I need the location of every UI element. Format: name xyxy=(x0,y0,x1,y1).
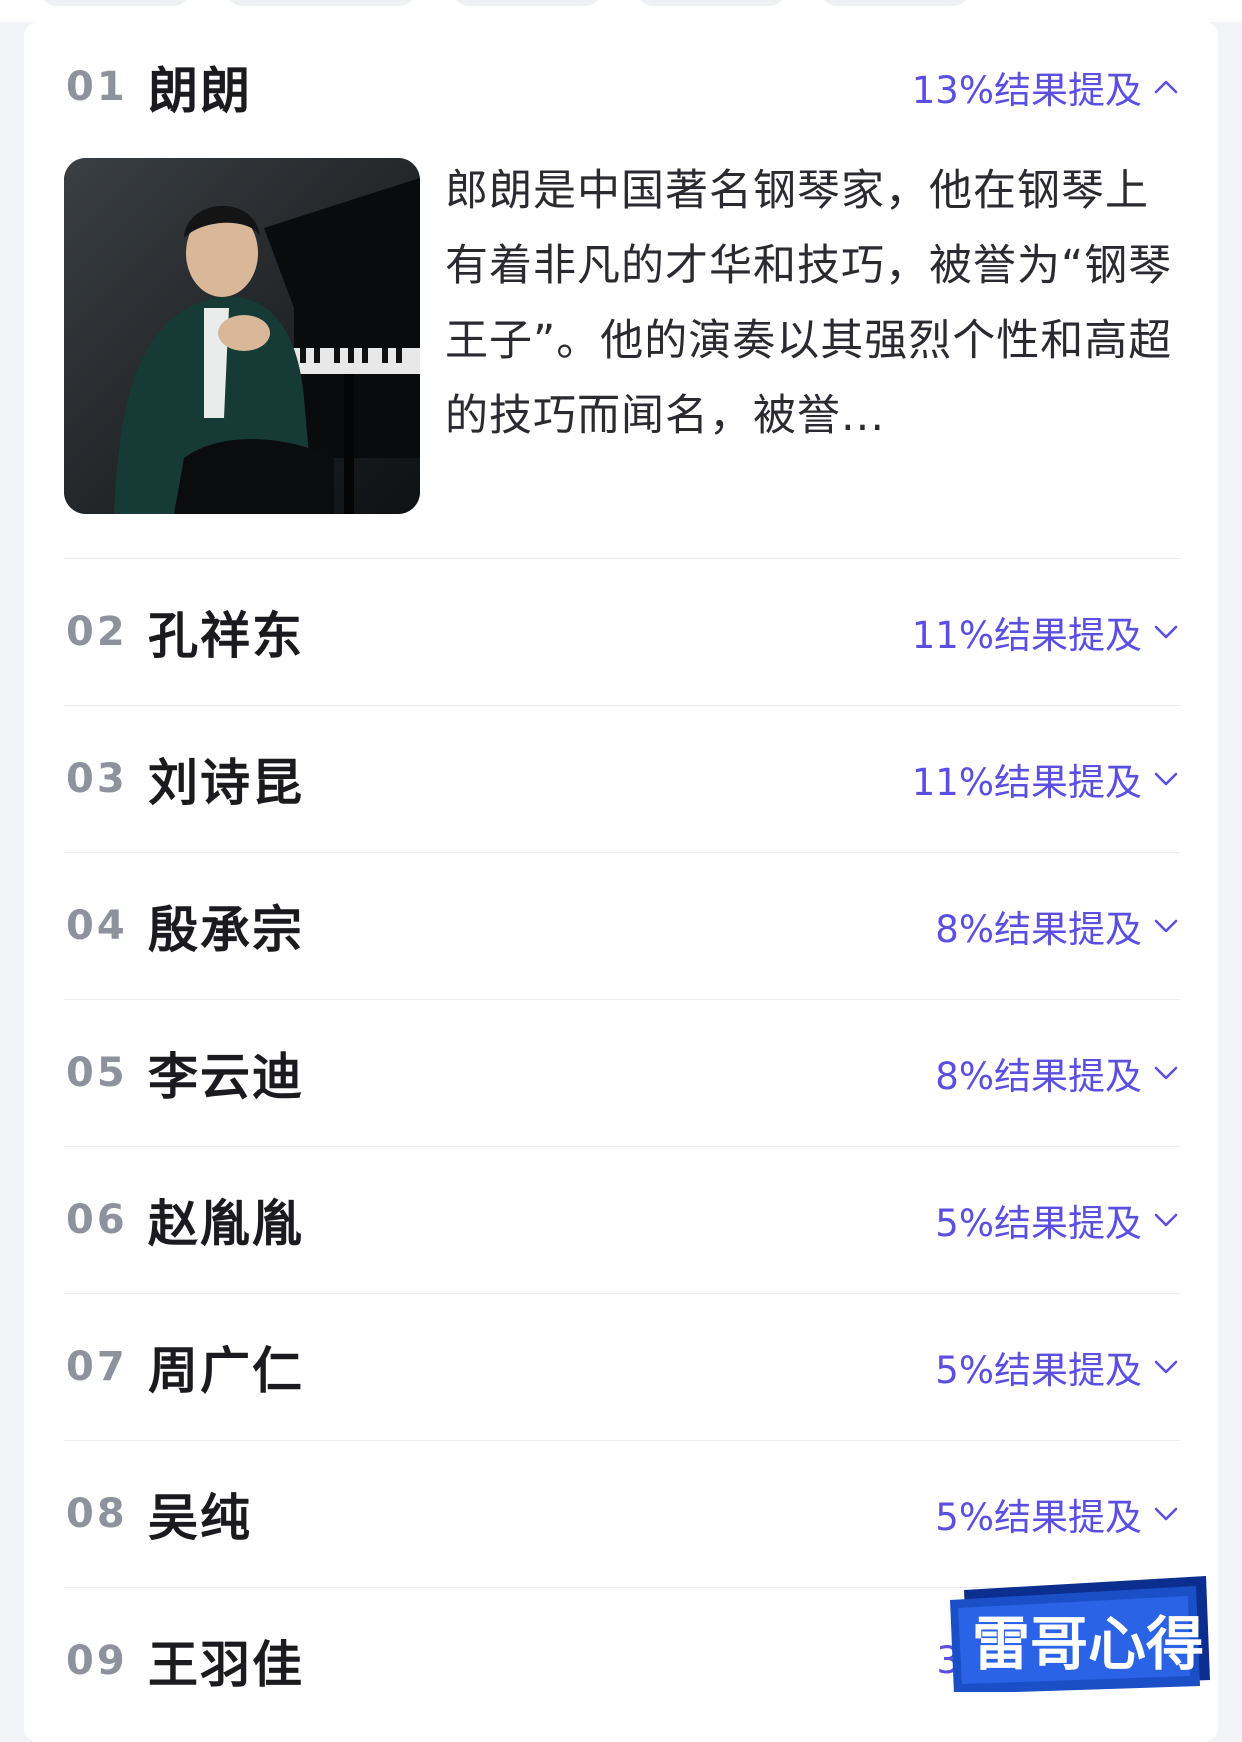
list-item: 01 朗朗 13%结果提及 郎朗是中国著名钢琴家，他在钢琴上有着非凡的才华和技巧… xyxy=(64,22,1180,559)
top-tab-5[interactable] xyxy=(820,0,970,6)
top-tab-2[interactable] xyxy=(226,0,416,6)
person-photo[interactable] xyxy=(64,158,420,514)
list-item[interactable]: 04 殷承宗 8%结果提及 xyxy=(64,852,1180,1000)
rank-number: 08 xyxy=(66,1490,128,1537)
rank-number: 03 xyxy=(66,755,128,802)
mention-percentage: 5%结果提及 xyxy=(935,1348,1142,1392)
person-name[interactable]: 周广仁 xyxy=(148,1331,304,1403)
mention-toggle[interactable]: 8%结果提及 xyxy=(935,852,1180,999)
mention-toggle[interactable]: 5%结果提及 xyxy=(935,1440,1180,1587)
chevron-down-icon xyxy=(1154,772,1178,785)
list-item[interactable]: 08 吴纯 5%结果提及 xyxy=(64,1440,1180,1588)
rank-number: 09 xyxy=(66,1637,128,1684)
ranking-card: 01 朗朗 13%结果提及 郎朗是中国著名钢琴家，他在钢琴上有着非凡的才华和技巧… xyxy=(24,22,1218,1742)
mention-percentage: 5%结果提及 xyxy=(935,1495,1142,1539)
watermark-badge: 雷哥心得 xyxy=(944,1572,1216,1694)
list-item[interactable]: 06 赵胤胤 5%结果提及 xyxy=(64,1146,1180,1294)
list-item[interactable]: 07 周广仁 5%结果提及 xyxy=(64,1293,1180,1441)
person-name[interactable]: 王羽佳 xyxy=(148,1625,304,1697)
person-name[interactable]: 朗朗 xyxy=(148,51,252,123)
rank-number: 05 xyxy=(66,1049,128,1096)
top-tab-4[interactable] xyxy=(636,0,786,6)
mention-percentage: 8%结果提及 xyxy=(935,907,1142,951)
person-name[interactable]: 吴纯 xyxy=(148,1478,252,1550)
top-tab-3[interactable] xyxy=(452,0,602,6)
mention-percentage: 11%结果提及 xyxy=(911,613,1142,657)
person-name[interactable]: 赵胤胤 xyxy=(148,1184,304,1256)
rank-number: 02 xyxy=(66,608,128,655)
chevron-up-icon xyxy=(1154,80,1178,94)
chevron-down-icon xyxy=(1154,919,1178,932)
chevron-down-icon xyxy=(1154,1360,1178,1373)
rank-number: 04 xyxy=(66,902,128,949)
person-name[interactable]: 殷承宗 xyxy=(148,890,304,962)
chevron-down-icon xyxy=(1154,1213,1178,1226)
person-name[interactable]: 孔祥东 xyxy=(148,596,304,668)
chevron-down-icon xyxy=(1154,1066,1178,1079)
watermark-text: 雷哥心得 xyxy=(972,1610,1204,1678)
chevron-down-icon xyxy=(1154,1507,1178,1520)
mention-toggle[interactable]: 11%结果提及 xyxy=(912,705,1180,852)
list-item[interactable]: 03 刘诗昆 11%结果提及 xyxy=(64,705,1180,853)
mention-toggle[interactable]: 13%结果提及 xyxy=(912,22,1180,152)
mention-percentage: 8%结果提及 xyxy=(935,1054,1142,1098)
rank-number: 06 xyxy=(66,1196,128,1243)
list-item[interactable]: 05 李云迪 8%结果提及 xyxy=(64,999,1180,1147)
mention-percentage: 5%结果提及 xyxy=(935,1201,1142,1245)
rank-number: 01 xyxy=(66,64,128,110)
list-item[interactable]: 02 孔祥东 11%结果提及 xyxy=(64,558,1180,706)
chevron-down-icon xyxy=(1154,625,1178,638)
mention-toggle[interactable]: 5%结果提及 xyxy=(935,1146,1180,1293)
mention-percentage: 11%结果提及 xyxy=(911,760,1142,804)
person-description: 郎朗是中国著名钢琴家，他在钢琴上有着非凡的才华和技巧，被誉为“钢琴王子”。他的演… xyxy=(445,166,1173,441)
top-tab-strip xyxy=(0,0,1242,22)
rank-number: 07 xyxy=(66,1343,128,1390)
person-name[interactable]: 李云迪 xyxy=(148,1037,304,1109)
mention-toggle[interactable]: 11%结果提及 xyxy=(912,558,1180,705)
list-item-header[interactable]: 01 朗朗 13%结果提及 xyxy=(64,22,1180,152)
mention-toggle[interactable]: 8%结果提及 xyxy=(935,999,1180,1146)
mention-toggle[interactable]: 5%结果提及 xyxy=(935,1293,1180,1440)
mention-percentage: 13%结果提及 xyxy=(911,69,1142,112)
person-name[interactable]: 刘诗昆 xyxy=(148,743,304,815)
top-tab-1[interactable] xyxy=(40,0,190,6)
